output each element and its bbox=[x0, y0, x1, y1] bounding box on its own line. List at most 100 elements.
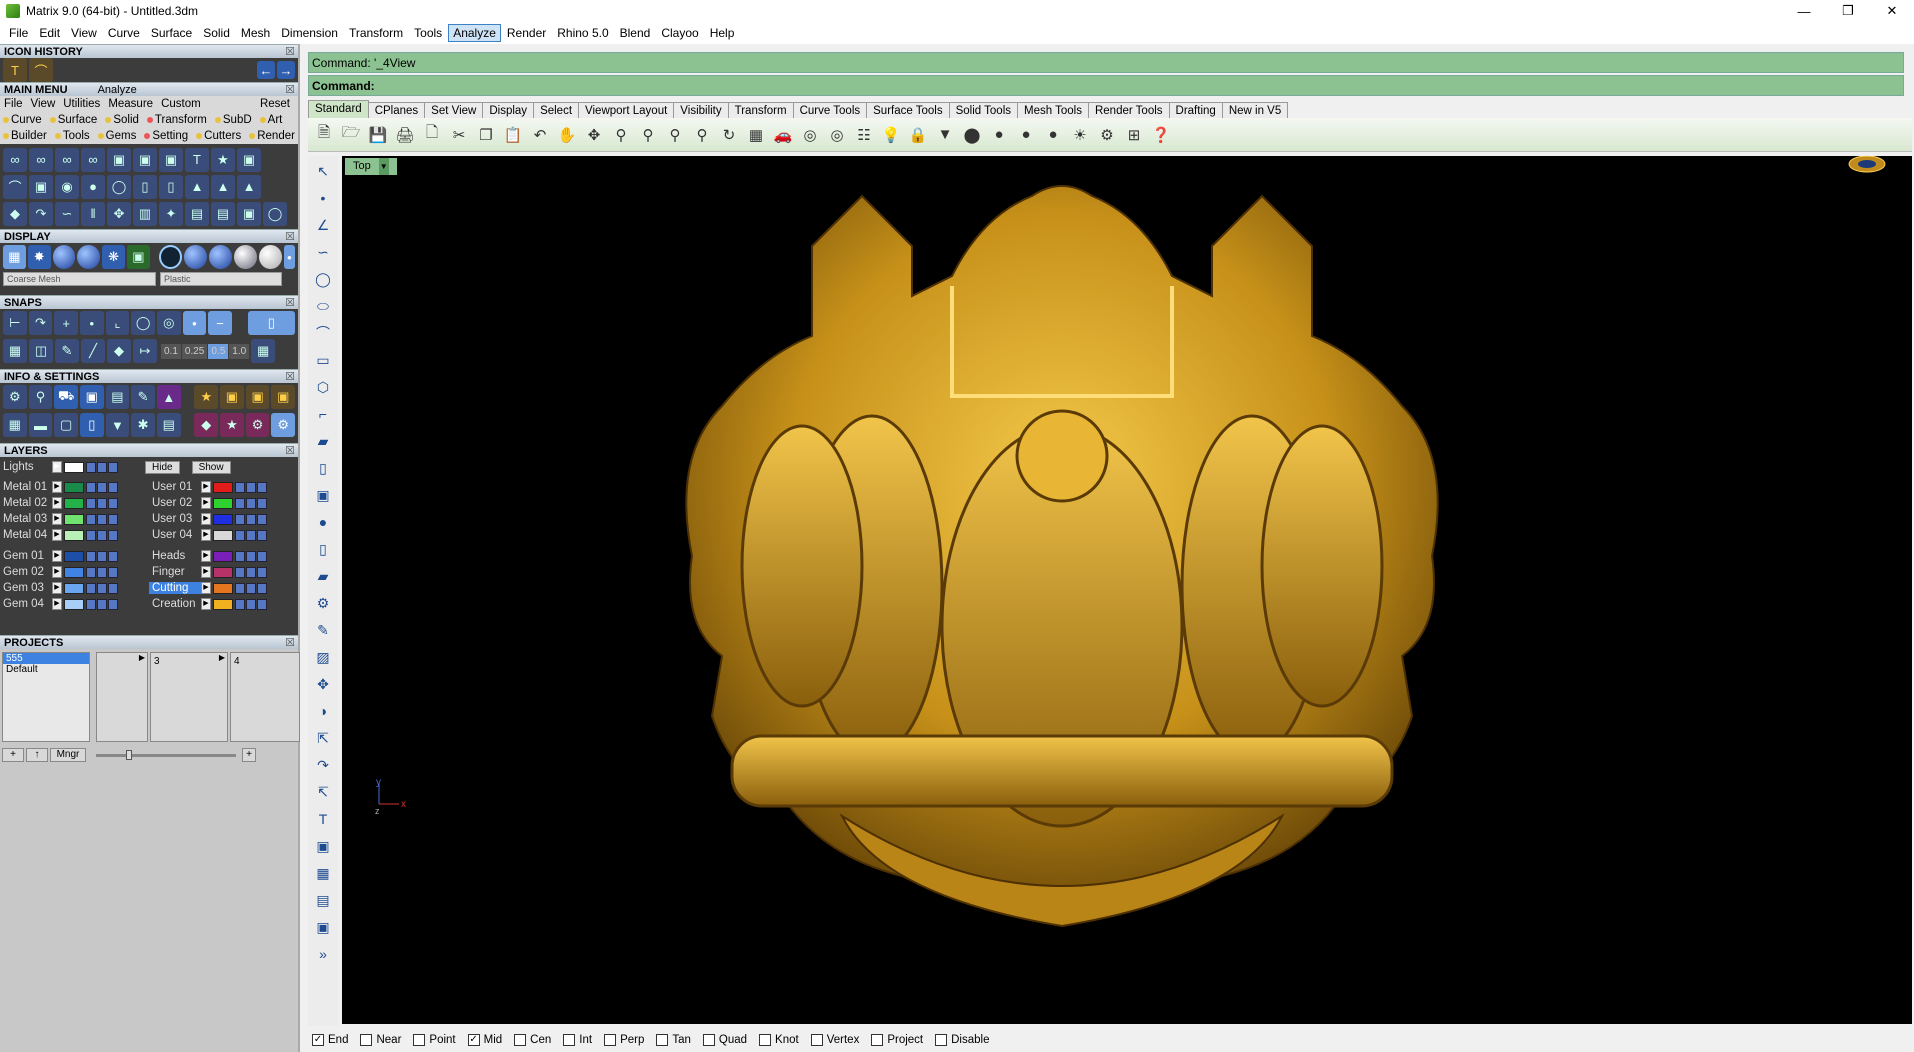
layer-name[interactable]: User 03 bbox=[149, 513, 201, 525]
main-menu-nav-measure[interactable]: Measure bbox=[108, 98, 153, 110]
current-toggle[interactable] bbox=[108, 566, 118, 578]
page-icon[interactable]: ▤ bbox=[105, 385, 130, 409]
snap-end-icon[interactable]: ⊢ bbox=[3, 311, 27, 335]
expand-icon[interactable]: ▶ bbox=[52, 598, 62, 610]
material-icon[interactable]: ● bbox=[1014, 123, 1038, 147]
main-menu-tool-icon[interactable]: ↷ bbox=[29, 201, 53, 226]
tab-mesh-tools[interactable]: Mesh Tools bbox=[1017, 102, 1089, 118]
project-column[interactable]: ▶ bbox=[96, 652, 148, 742]
snap-toggle-button[interactable]: ▯ bbox=[247, 311, 296, 335]
layer-color-swatch[interactable] bbox=[64, 598, 84, 610]
top-viewport[interactable]: Top ▼ y x z bbox=[342, 156, 1912, 1024]
project-column[interactable]: 3 ▶ bbox=[150, 652, 228, 742]
box-icon[interactable]: ▣ bbox=[312, 484, 334, 506]
lock-toggle[interactable] bbox=[235, 481, 245, 493]
current-toggle[interactable] bbox=[257, 550, 267, 562]
layer-name[interactable]: Heads bbox=[149, 550, 201, 562]
expand-icon[interactable]: ▶ bbox=[201, 566, 211, 578]
tab-standard[interactable]: Standard bbox=[308, 100, 369, 118]
funnel-icon[interactable]: ▼ bbox=[105, 413, 130, 437]
checkbox[interactable] bbox=[871, 1034, 884, 1046]
main-menu-tool-icon[interactable]: ✥ bbox=[107, 201, 131, 226]
pan-icon[interactable]: ✋ bbox=[555, 123, 579, 147]
reset-link[interactable]: Reset bbox=[260, 98, 290, 110]
menu-render[interactable]: Render bbox=[502, 24, 551, 42]
expand-icon[interactable]: ▶ bbox=[52, 497, 62, 509]
snap-cross-icon[interactable]: + bbox=[54, 311, 78, 335]
main-menu-tool-icon[interactable]: ⌒ bbox=[3, 174, 27, 199]
visibility-toggle[interactable] bbox=[97, 550, 107, 562]
ghosted-display-icon[interactable]: ▣ bbox=[126, 245, 150, 269]
osnap-disable[interactable]: Disable bbox=[935, 1034, 989, 1046]
snap-mid-icon[interactable]: • bbox=[182, 311, 207, 335]
layer-row[interactable]: Finger ▶ bbox=[149, 564, 298, 580]
layer-name[interactable]: Finger bbox=[149, 566, 201, 578]
grid-icon[interactable]: ▦ bbox=[3, 339, 27, 363]
main-menu-tool-icon[interactable]: ✦ bbox=[159, 201, 183, 226]
zoom-selected-icon[interactable]: ⚲ bbox=[690, 123, 714, 147]
menu-curve[interactable]: Curve bbox=[103, 24, 145, 42]
menu-view[interactable]: View bbox=[66, 24, 102, 42]
lock-toggle[interactable] bbox=[86, 461, 96, 473]
plane-icon[interactable]: ▰ bbox=[312, 565, 334, 587]
rendered-display-icon[interactable] bbox=[52, 245, 76, 269]
snap-value-button[interactable]: 0.1 bbox=[161, 343, 181, 359]
fillet-icon[interactable]: ⌐ bbox=[312, 403, 334, 425]
history-forward-icon[interactable]: → bbox=[277, 61, 295, 79]
layer-name[interactable]: Gem 04 bbox=[0, 598, 52, 610]
cube-icon[interactable]: ▣ bbox=[312, 916, 334, 938]
visibility-toggle[interactable] bbox=[97, 461, 107, 473]
node-icon[interactable]: ✱ bbox=[131, 413, 155, 437]
layer-name[interactable]: Gem 03 bbox=[0, 582, 52, 594]
main-menu-category-curve[interactable]: Curve bbox=[3, 114, 46, 126]
polyline-icon[interactable]: ∠ bbox=[312, 214, 334, 236]
layer-color-swatch[interactable] bbox=[64, 529, 84, 541]
osnap-mid[interactable]: ✓ Mid bbox=[467, 1034, 502, 1046]
info-tool-3-icon[interactable]: ▣ bbox=[245, 385, 270, 409]
sphere-material-3-icon[interactable] bbox=[234, 245, 257, 269]
layer-row[interactable]: User 01 ▶ bbox=[149, 479, 298, 495]
tab-transform[interactable]: Transform bbox=[727, 102, 794, 118]
main-menu-category-render[interactable]: Render bbox=[249, 130, 299, 142]
box-view-icon[interactable]: ▢ bbox=[54, 413, 78, 437]
tab-drafting[interactable]: Drafting bbox=[1168, 102, 1223, 118]
expand-icon[interactable]: ▶ bbox=[201, 481, 211, 493]
shaded-display-icon[interactable]: ✸ bbox=[27, 245, 51, 269]
visibility-toggle[interactable] bbox=[97, 598, 107, 610]
history-back-icon[interactable]: ← bbox=[257, 61, 275, 79]
main-menu-category-cutters[interactable]: Cutters bbox=[196, 130, 245, 142]
doc-icon[interactable]: ▤ bbox=[156, 413, 181, 437]
cylinder-icon[interactable]: ▯ bbox=[312, 538, 334, 560]
current-toggle[interactable] bbox=[108, 481, 118, 493]
visibility-toggle[interactable] bbox=[246, 529, 256, 541]
menu-solid[interactable]: Solid bbox=[198, 24, 235, 42]
close-icon[interactable]: ☒ bbox=[285, 45, 295, 59]
array-icon[interactable]: ▦ bbox=[312, 862, 334, 884]
menu-clayoo[interactable]: Clayoo bbox=[656, 24, 703, 42]
main-menu-tool-icon[interactable]: ▣ bbox=[237, 147, 261, 172]
current-toggle[interactable] bbox=[257, 529, 267, 541]
add-icon[interactable]: + bbox=[242, 748, 256, 762]
snap-icon[interactable]: ◎ bbox=[825, 123, 849, 147]
zoom-window-icon[interactable]: ⚲ bbox=[636, 123, 660, 147]
osnap-project[interactable]: Project bbox=[871, 1034, 923, 1046]
restore-button[interactable]: ❐ bbox=[1826, 0, 1870, 22]
lock-toggle[interactable] bbox=[86, 550, 96, 562]
main-menu-tool-icon[interactable]: ‖ bbox=[81, 201, 105, 226]
curve-icon[interactable]: ∽ bbox=[312, 241, 334, 263]
close-icon[interactable]: ☒ bbox=[285, 83, 295, 97]
hide-button[interactable]: Hide bbox=[145, 460, 180, 474]
tab-solid-tools[interactable]: Solid Tools bbox=[948, 102, 1018, 118]
snap-line-icon[interactable]: − bbox=[208, 311, 232, 335]
checkbox[interactable] bbox=[360, 1034, 373, 1046]
layer-color-swatch[interactable] bbox=[213, 497, 233, 509]
snap-value-button[interactable]: 1.0 bbox=[229, 343, 250, 359]
layer-name[interactable]: User 04 bbox=[149, 529, 201, 541]
truck-icon[interactable]: ⛟ bbox=[54, 385, 78, 409]
menu-edit[interactable]: Edit bbox=[34, 24, 65, 42]
more-icon[interactable]: » bbox=[312, 943, 334, 965]
cplane-icon[interactable]: ⊞ bbox=[1122, 123, 1146, 147]
layer-row[interactable]: Heads ▶ bbox=[149, 548, 298, 564]
layer-color-swatch[interactable] bbox=[213, 582, 233, 594]
select-icon[interactable]: ◎ bbox=[798, 123, 822, 147]
